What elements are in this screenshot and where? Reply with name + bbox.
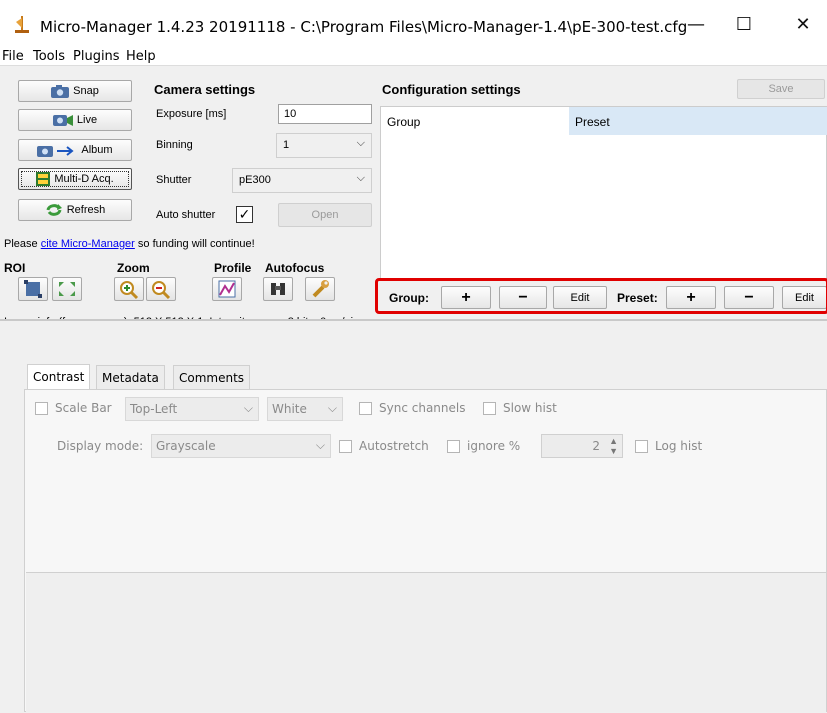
sync-channels-label: Sync channels — [379, 401, 466, 415]
configuration-settings-heading: Configuration settings — [382, 82, 521, 97]
autostretch-label: Autostretch — [359, 439, 429, 453]
display-mode-label: Display mode: — [57, 439, 144, 453]
slow-hist-checkbox[interactable] — [483, 402, 496, 415]
line-profile-icon — [218, 280, 236, 298]
contrast-tab-panel: Scale Bar Top-Left ⌵ White ⌵ Sync channe… — [24, 389, 827, 712]
log-hist-label: Log hist — [655, 439, 703, 453]
auto-shutter-checkbox[interactable]: ✓ — [236, 206, 253, 223]
tab-contrast[interactable]: Contrast — [27, 364, 91, 390]
shutter-select[interactable]: pE300 ⌵ — [232, 168, 372, 193]
ignore-percent-label: ignore % — [467, 439, 521, 453]
camera-icon — [51, 84, 70, 98]
micro-manager-app-icon — [15, 16, 29, 33]
refresh-icon — [46, 204, 62, 216]
scale-bar-checkbox[interactable] — [35, 402, 48, 415]
film-strip-icon — [36, 172, 51, 186]
exposure-label: Exposure [ms] — [156, 108, 227, 120]
chevron-down-icon: ⌵ — [356, 172, 365, 184]
menu-plugins[interactable]: Plugins — [73, 49, 120, 64]
chevron-down-icon: ⌵ — [315, 438, 325, 452]
window-title: Micro-Manager 1.4.23 20191118 - C:\Progr… — [40, 18, 688, 36]
open-shutter-button[interactable]: Open — [278, 203, 372, 227]
scale-bar-position-select[interactable]: Top-Left ⌵ — [125, 397, 259, 421]
roi-set-button[interactable] — [18, 277, 48, 301]
binning-select[interactable]: 1 ⌵ — [276, 133, 372, 158]
camera-settings-heading: Camera settings — [154, 82, 256, 97]
camera-to-album-icon — [37, 145, 75, 157]
zoom-out-icon — [152, 281, 171, 300]
autofocus-label: Autofocus — [265, 261, 325, 275]
title-bar: Micro-Manager 1.4.23 20191118 - C:\Progr… — [0, 0, 827, 44]
highlight-annotation-box — [375, 278, 827, 314]
snap-button[interactable]: Snap — [18, 80, 132, 102]
menu-file[interactable]: File — [2, 49, 24, 64]
zoom-out-button[interactable] — [146, 277, 176, 301]
roi-label: ROI — [4, 261, 26, 275]
close-button[interactable]: ✕ — [783, 10, 823, 40]
video-camera-icon — [52, 115, 73, 126]
maximize-button[interactable]: ☐ — [724, 10, 764, 40]
binning-value: 1 — [283, 139, 290, 151]
display-mode-select[interactable]: Grayscale ⌵ — [151, 434, 331, 458]
ignore-percent-spinner[interactable]: 2 ▲ ▼ — [541, 434, 623, 458]
scale-bar-color-select[interactable]: White ⌵ — [267, 397, 343, 421]
multi-d-acq-button[interactable]: Multi-D Acq. — [18, 168, 132, 190]
exposure-input[interactable]: 10 — [278, 104, 372, 124]
album-label: Album — [81, 144, 113, 156]
binning-label: Binning — [156, 139, 193, 151]
line-profile-button[interactable] — [212, 277, 242, 301]
save-config-button[interactable]: Save — [737, 79, 825, 99]
tab-comments[interactable]: Comments — [173, 365, 251, 389]
autofocus-settings-button[interactable] — [305, 277, 335, 301]
roi-rectangle-icon — [24, 280, 42, 298]
histogram-area[interactable] — [26, 572, 826, 712]
ignore-percent-value: 2 — [592, 439, 600, 453]
minimize-button[interactable]: — — [676, 10, 716, 40]
main-control-panel: Snap Live Album Multi-D Acq. Refresh Cam… — [0, 67, 827, 328]
preset-column-header[interactable]: Preset — [569, 107, 827, 135]
group-column-header[interactable]: Group — [381, 107, 567, 135]
scale-bar-label: Scale Bar — [55, 401, 112, 415]
menu-tools[interactable]: Tools — [33, 49, 65, 64]
autostretch-checkbox[interactable] — [339, 440, 352, 453]
chevron-down-icon: ⌵ — [327, 401, 337, 415]
configuration-table[interactable]: Group Preset — [380, 106, 827, 281]
shutter-value: pE300 — [239, 174, 271, 186]
cite-link[interactable]: cite Micro-Manager — [41, 238, 135, 250]
tab-metadata[interactable]: Metadata — [96, 365, 165, 389]
log-hist-checkbox[interactable] — [635, 440, 648, 453]
cite-text: Please cite Micro-Manager so funding wil… — [4, 238, 255, 250]
profile-label: Profile — [214, 261, 252, 275]
autofocus-now-button[interactable] — [263, 277, 293, 301]
menu-help[interactable]: Help — [126, 49, 156, 64]
refresh-button[interactable]: Refresh — [18, 199, 132, 221]
live-button[interactable]: Live — [18, 109, 132, 131]
shutter-label: Shutter — [156, 174, 192, 186]
display-settings-panel: Contrast Metadata Comments Scale Bar Top… — [0, 321, 827, 713]
chevron-down-icon: ⌵ — [356, 137, 365, 149]
multi-d-acq-label: Multi-D Acq. — [54, 173, 114, 185]
spinner-arrows-icon[interactable]: ▲ ▼ — [609, 436, 618, 456]
zoom-label: Zoom — [117, 261, 150, 275]
sync-channels-checkbox[interactable] — [359, 402, 372, 415]
snap-label: Snap — [73, 85, 99, 97]
zoom-in-icon — [120, 281, 139, 300]
live-label: Live — [76, 114, 98, 126]
binoculars-icon — [271, 283, 285, 295]
menu-bar: File Tools Plugins Help — [0, 44, 827, 66]
album-button[interactable]: Album — [18, 139, 132, 161]
chevron-down-icon: ⌵ — [243, 401, 253, 415]
refresh-label: Refresh — [66, 204, 106, 216]
slow-hist-label: Slow hist — [503, 401, 557, 415]
roi-expand-icon — [59, 282, 75, 296]
ignore-percent-checkbox[interactable] — [447, 440, 460, 453]
wrench-icon — [312, 280, 329, 298]
zoom-in-button[interactable] — [114, 277, 144, 301]
auto-shutter-label: Auto shutter — [156, 209, 216, 221]
roi-clear-button[interactable] — [52, 277, 82, 301]
